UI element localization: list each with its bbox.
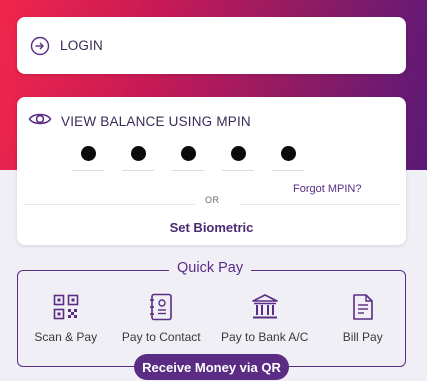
- qr-code-icon: [53, 291, 79, 323]
- mpin-digit[interactable]: [272, 143, 304, 171]
- pay-to-contact-label: Pay to Contact: [121, 330, 201, 344]
- set-biometric-button[interactable]: Set Biometric: [17, 220, 406, 235]
- mpin-dot: [281, 146, 296, 161]
- or-separator: OR: [205, 195, 220, 205]
- bank-icon: [251, 291, 279, 323]
- login-card[interactable]: LOGIN: [17, 17, 406, 74]
- bill-pay-button[interactable]: Bill Pay: [320, 291, 405, 344]
- contact-book-icon: [148, 291, 174, 323]
- view-balance-header[interactable]: VIEW BALANCE USING MPIN: [28, 111, 251, 132]
- mpin-input[interactable]: [72, 143, 322, 171]
- quick-pay-title: Quick Pay: [169, 260, 252, 276]
- view-balance-card: VIEW BALANCE USING MPIN Forgot MPIN? OR …: [17, 97, 406, 245]
- pay-to-contact-button[interactable]: Pay to Contact: [114, 291, 210, 344]
- login-arrow-icon: [30, 36, 50, 56]
- pay-to-bank-label: Pay to Bank A/C: [221, 330, 309, 344]
- mpin-digit[interactable]: [72, 143, 104, 171]
- quick-pay-panel: Quick Pay Scan & Pay Pay to Contact Pay …: [17, 260, 406, 367]
- scan-and-pay-button[interactable]: Scan & Pay: [18, 291, 114, 344]
- view-balance-label: VIEW BALANCE USING MPIN: [61, 114, 251, 129]
- mpin-digit[interactable]: [222, 143, 254, 171]
- bill-pay-label: Bill Pay: [342, 330, 383, 344]
- mpin-dot: [131, 146, 146, 161]
- mpin-dot: [81, 146, 96, 161]
- login-label: LOGIN: [60, 38, 104, 53]
- mpin-dot: [181, 146, 196, 161]
- mpin-digit[interactable]: [172, 143, 204, 171]
- mpin-dot: [231, 146, 246, 161]
- mpin-digit[interactable]: [122, 143, 154, 171]
- receive-money-qr-button[interactable]: Receive Money via QR: [134, 354, 289, 380]
- scan-and-pay-label: Scan & Pay: [34, 330, 98, 344]
- pay-to-bank-button[interactable]: Pay to Bank A/C: [209, 291, 320, 344]
- eye-icon: [28, 111, 52, 132]
- forgot-mpin-link[interactable]: Forgot MPIN?: [293, 183, 361, 195]
- bill-icon: [351, 291, 375, 323]
